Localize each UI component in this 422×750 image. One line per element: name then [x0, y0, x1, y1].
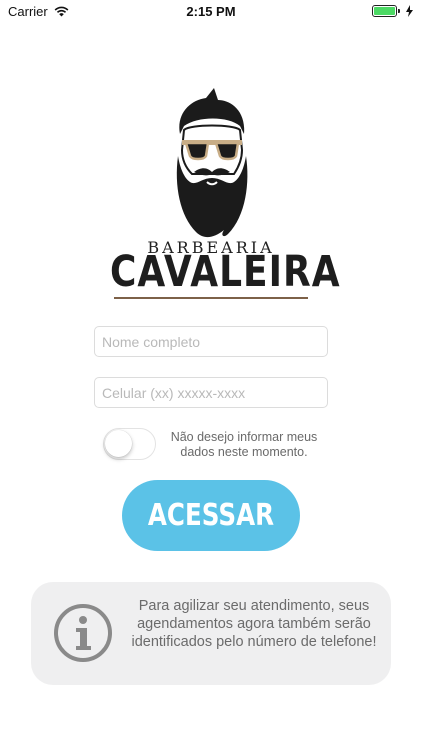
login-screen: Carrier 2:15 PM BARBEARIA CAVALEIRA Nome…: [0, 0, 422, 750]
info-text: Para agilizar seu atendimento, seus agen…: [131, 598, 377, 650]
skip-info-label: Não desejo informar meus dados neste mom…: [170, 430, 318, 459]
status-time: 2:15 PM: [186, 3, 236, 19]
toggle-knob: [105, 430, 132, 457]
battery-level: [374, 7, 395, 15]
charging-bolt-icon: [406, 5, 413, 17]
logo-underline: [114, 297, 308, 299]
access-button[interactable]: ACESSAR: [122, 480, 300, 551]
info-icon: [54, 604, 112, 662]
name-input[interactable]: [94, 326, 328, 357]
info-banner: Para agilizar seu atendimento, seus agen…: [31, 582, 391, 685]
logo-title: CAVALEIRA: [110, 248, 341, 297]
carrier-label: Carrier: [8, 3, 48, 19]
brand-logo: BARBEARIA CAVALEIRA: [110, 86, 341, 306]
status-right: [372, 5, 414, 17]
skip-info-toggle[interactable]: [103, 428, 156, 460]
wifi-icon: [54, 6, 69, 16]
status-left: Carrier: [8, 4, 69, 19]
bearded-man-logo-icon: [176, 88, 248, 238]
status-bar: Carrier 2:15 PM: [0, 0, 422, 22]
access-button-label: ACESSAR: [147, 498, 275, 533]
phone-input[interactable]: [94, 377, 328, 408]
battery-icon: [372, 5, 400, 17]
